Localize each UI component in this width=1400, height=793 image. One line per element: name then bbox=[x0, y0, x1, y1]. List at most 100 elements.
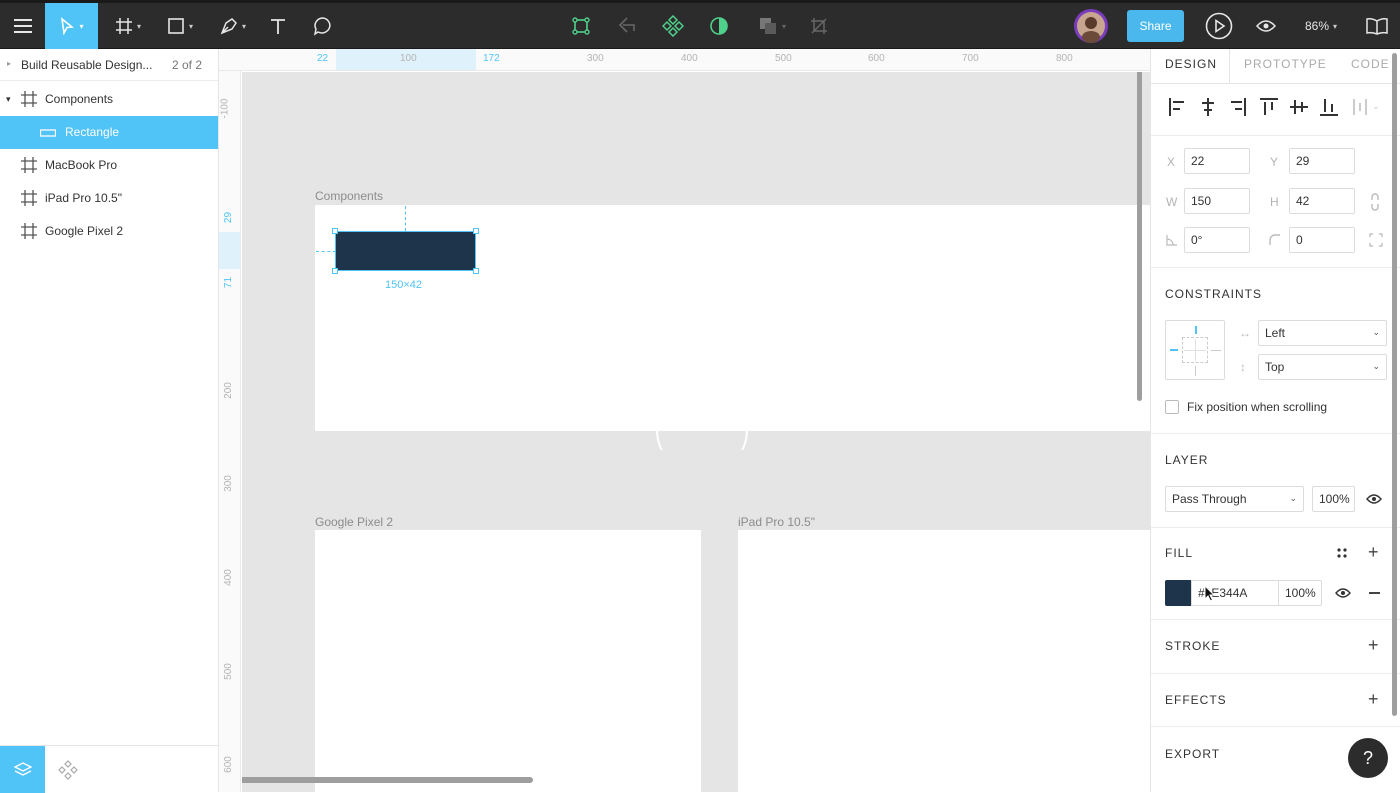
corner-radius-input[interactable]: 0 bbox=[1289, 227, 1355, 253]
constraint-bottom-indicator[interactable] bbox=[1195, 366, 1196, 376]
constraint-left-indicator[interactable] bbox=[1170, 349, 1178, 351]
distribute-icon[interactable] bbox=[1353, 98, 1367, 116]
constraints-widget[interactable] bbox=[1165, 320, 1225, 380]
layer-item-macbook-pro[interactable]: MacBook Pro bbox=[0, 149, 218, 182]
layer-item-rectangle[interactable]: Rectangle bbox=[0, 116, 218, 149]
resize-handle[interactable] bbox=[473, 228, 479, 234]
add-fill-plus-icon[interactable]: + bbox=[1368, 543, 1379, 561]
ruler-label: 800 bbox=[1056, 53, 1073, 64]
pen-tool-icon[interactable]: ▾ bbox=[213, 3, 253, 49]
layer-item-components[interactable]: ▾ Components bbox=[0, 83, 218, 116]
layer-label: Google Pixel 2 bbox=[45, 224, 124, 238]
tab-prototype[interactable]: PROTOTYPE bbox=[1244, 57, 1327, 71]
fill-opacity-input[interactable]: 100% bbox=[1278, 580, 1322, 606]
crop-icon[interactable] bbox=[806, 3, 832, 49]
horizontal-scrollbar[interactable] bbox=[242, 777, 533, 783]
resize-handle[interactable] bbox=[332, 228, 338, 234]
constrain-proportions-icon[interactable] bbox=[1370, 193, 1380, 211]
mask-icon[interactable] bbox=[706, 3, 732, 49]
independent-corners-icon[interactable] bbox=[1369, 233, 1383, 247]
tab-design[interactable]: DESIGN bbox=[1165, 57, 1217, 71]
design-canvas[interactable]: Components 150×42 Google Pixel 2 iPad Pr… bbox=[242, 72, 1150, 792]
fix-position-checkbox[interactable] bbox=[1165, 400, 1179, 414]
blend-mode-select[interactable]: Pass Through ⌄ bbox=[1165, 486, 1304, 512]
help-button[interactable]: ? bbox=[1348, 738, 1388, 778]
library-icon[interactable] bbox=[1364, 3, 1390, 49]
align-vertical-center-icon[interactable] bbox=[1290, 98, 1308, 116]
vertical-scrollbar[interactable] bbox=[1137, 72, 1142, 401]
text-tool-icon[interactable] bbox=[265, 3, 291, 49]
corner-radius-icon bbox=[1269, 234, 1280, 245]
collapse-arrow-icon[interactable]: ▾ bbox=[6, 94, 11, 105]
add-effect-plus-icon[interactable]: + bbox=[1368, 690, 1379, 708]
ruler-label: -100 bbox=[219, 98, 231, 119]
frame-title-ipad-pro[interactable]: iPad Pro 10.5" bbox=[738, 515, 815, 529]
fill-color-swatch[interactable] bbox=[1165, 580, 1191, 606]
components-icon[interactable] bbox=[660, 3, 686, 49]
inspector-tabs: DESIGN PROTOTYPE CODE bbox=[1151, 49, 1400, 84]
align-bottom-icon[interactable] bbox=[1320, 98, 1338, 116]
component-icon[interactable] bbox=[568, 3, 594, 49]
comment-tool-icon[interactable] bbox=[310, 3, 336, 49]
constraint-hcenter[interactable] bbox=[1184, 350, 1206, 351]
constraint-right-indicator[interactable] bbox=[1211, 350, 1221, 351]
frame-title-google-pixel-2[interactable]: Google Pixel 2 bbox=[315, 515, 393, 529]
vertical-constraint-select[interactable]: Top ⌄ bbox=[1258, 354, 1387, 380]
share-button[interactable]: Share bbox=[1127, 10, 1184, 42]
align-left-icon[interactable] bbox=[1169, 98, 1185, 116]
chevron-down-icon: ⌄ bbox=[1289, 493, 1297, 503]
measure-guide-left bbox=[316, 251, 336, 252]
ruler-label: 500 bbox=[775, 53, 792, 64]
horizontal-constraint-select[interactable]: Left ⌄ bbox=[1258, 320, 1387, 346]
remove-fill-minus-icon[interactable] bbox=[1369, 592, 1380, 594]
style-grid-icon[interactable] bbox=[1336, 547, 1348, 559]
panel-footer bbox=[0, 745, 218, 793]
add-stroke-plus-icon[interactable]: + bbox=[1368, 636, 1379, 654]
eye-icon[interactable] bbox=[1253, 3, 1279, 49]
tab-code[interactable]: CODE bbox=[1351, 57, 1390, 71]
boolean-icon[interactable]: ▾ bbox=[752, 3, 792, 49]
page-header[interactable]: ▸ Build Reusable Design... 2 of 2 bbox=[0, 49, 218, 81]
ruler-label: 400 bbox=[222, 569, 234, 586]
zoom-dropdown[interactable]: 86% ▾ bbox=[1298, 3, 1344, 49]
effects-title: EFFECTS bbox=[1165, 693, 1227, 707]
resize-handle[interactable] bbox=[332, 268, 338, 274]
rotation-input[interactable]: 0° bbox=[1184, 227, 1250, 253]
selection-size-label: 150×42 bbox=[385, 279, 423, 291]
layer-visibility-eye-icon[interactable] bbox=[1366, 493, 1382, 505]
layers-tab-icon[interactable] bbox=[0, 746, 45, 793]
divider bbox=[1151, 619, 1400, 620]
fill-visibility-eye-icon[interactable] bbox=[1335, 587, 1351, 599]
x-input[interactable]: 22 bbox=[1184, 148, 1250, 174]
constraint-top-indicator[interactable] bbox=[1195, 326, 1197, 334]
menu-icon[interactable] bbox=[0, 3, 45, 49]
frame-google-pixel-2[interactable] bbox=[315, 530, 701, 792]
components-tab-icon[interactable] bbox=[58, 760, 78, 783]
layer-opacity-input[interactable]: 100% bbox=[1312, 486, 1355, 512]
align-right-icon[interactable] bbox=[1230, 98, 1246, 116]
play-icon[interactable] bbox=[1204, 3, 1234, 49]
layer-label: Components bbox=[45, 92, 114, 106]
layer-item-google-pixel-2[interactable]: Google Pixel 2 bbox=[0, 215, 218, 248]
inspector-scrollbar[interactable] bbox=[1392, 53, 1397, 716]
detach-icon[interactable] bbox=[614, 3, 640, 49]
frame-title-components[interactable]: Components bbox=[315, 189, 383, 203]
ruler-label: 600 bbox=[222, 756, 234, 773]
height-input[interactable]: 42 bbox=[1289, 188, 1355, 214]
selected-rectangle[interactable] bbox=[335, 231, 476, 271]
expand-arrow-icon[interactable]: ▸ bbox=[7, 59, 11, 68]
y-input[interactable]: 29 bbox=[1289, 148, 1355, 174]
layer-item-ipad-pro[interactable]: iPad Pro 10.5" bbox=[0, 182, 218, 215]
w-label: W bbox=[1166, 195, 1178, 209]
frame-ipad-pro[interactable] bbox=[738, 530, 1150, 792]
move-tool-icon[interactable]: ▾ bbox=[45, 3, 98, 49]
align-horizontal-center-icon[interactable] bbox=[1200, 98, 1216, 116]
width-input[interactable]: 150 bbox=[1184, 188, 1250, 214]
avatar[interactable] bbox=[1072, 3, 1110, 49]
chevron-down-icon[interactable]: ⌄ bbox=[1372, 101, 1380, 112]
page-counter: 2 of 2 bbox=[172, 58, 203, 72]
resize-handle[interactable] bbox=[473, 268, 479, 274]
frame-tool-icon[interactable]: ▾ bbox=[108, 3, 148, 49]
shape-tool-icon[interactable]: ▾ bbox=[160, 3, 200, 49]
align-top-icon[interactable] bbox=[1260, 98, 1278, 116]
